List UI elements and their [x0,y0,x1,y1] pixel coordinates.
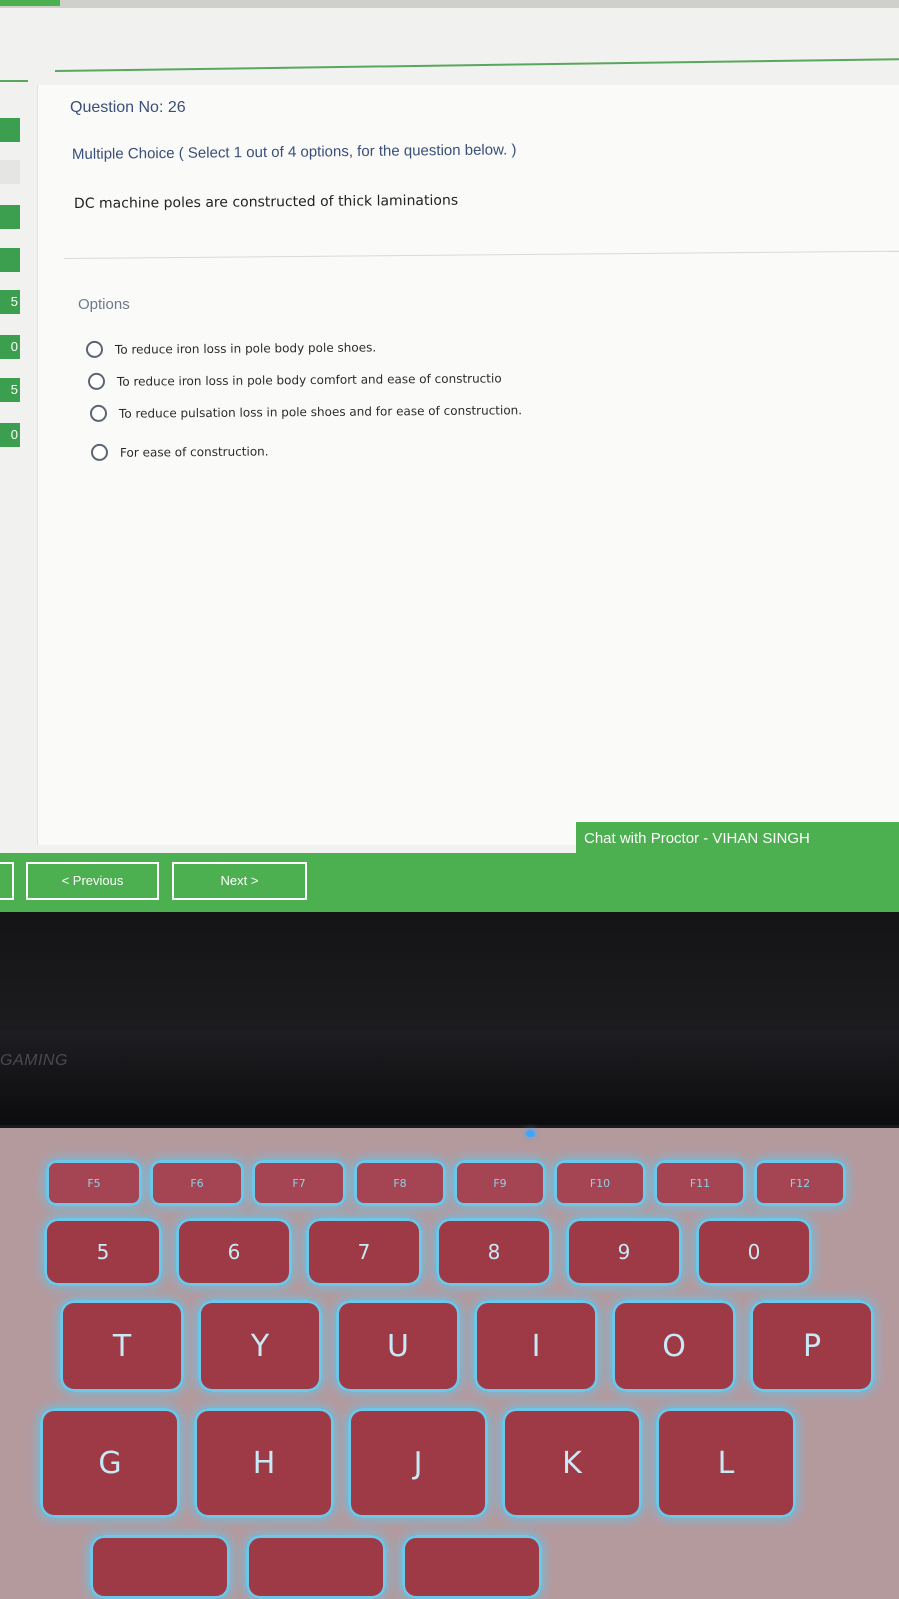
next-button[interactable]: Next > [172,862,307,900]
key-partial[interactable] [246,1535,386,1599]
key-k[interactable]: K [502,1408,642,1518]
option-label: For ease of construction. [119,443,269,460]
question-nav-tab[interactable] [0,248,20,272]
option-label: To reduce iron loss in pole body pole sh… [114,339,377,357]
key-t[interactable]: T [60,1300,184,1392]
top-strip [0,0,899,8]
key-f11[interactable]: F11 [654,1160,746,1206]
key-partial[interactable] [90,1535,230,1599]
header-divider-left [0,80,28,82]
option-radio[interactable] [90,443,109,461]
key-0[interactable]: 0 [696,1218,812,1286]
key-7[interactable]: 7 [306,1218,422,1286]
key-f5[interactable]: F5 [46,1160,142,1206]
option-radio[interactable] [87,372,106,390]
key-9[interactable]: 9 [566,1218,682,1286]
key-o[interactable]: O [612,1300,736,1392]
key-i[interactable]: I [474,1300,598,1392]
key-f6[interactable]: F6 [150,1160,244,1206]
key-u[interactable]: U [336,1300,460,1392]
question-nav-tab[interactable] [0,118,20,142]
power-led [526,1130,535,1137]
option-item[interactable]: To reduce iron loss in pole body comfort… [87,369,502,390]
partial-button[interactable] [0,862,14,900]
key-f7[interactable]: F7 [252,1160,346,1206]
brand-logo: GAMING [0,1052,68,1069]
key-h[interactable]: H [194,1408,334,1518]
key-5[interactable]: 5 [44,1218,162,1286]
exam-screen: 5 0 5 0 Question No: 26 Multiple Choice … [0,0,899,912]
option-item[interactable]: For ease of construction. [90,442,269,461]
question-number: Question No: 26 [70,99,186,116]
option-radio[interactable] [85,340,104,358]
question-nav-tab[interactable]: 0 [0,335,20,359]
option-radio[interactable] [89,404,108,422]
key-f8[interactable]: F8 [354,1160,446,1206]
key-l[interactable]: L [656,1408,796,1518]
laptop-hinge [0,1030,899,1125]
key-y[interactable]: Y [198,1300,322,1392]
question-nav-tab[interactable]: 5 [0,290,20,314]
previous-button[interactable]: < Previous [26,862,159,900]
key-6[interactable]: 6 [176,1218,292,1286]
question-nav-tab[interactable] [0,160,20,184]
key-partial[interactable] [402,1535,542,1599]
key-f9[interactable]: F9 [454,1160,546,1206]
option-label: To reduce pulsation loss in pole shoes a… [118,402,523,421]
laptop-bezel [0,912,899,1030]
key-8[interactable]: 8 [436,1218,552,1286]
question-nav-tab[interactable] [0,205,20,229]
key-f12[interactable]: F12 [754,1160,846,1206]
option-item[interactable]: To reduce iron loss in pole body pole sh… [85,338,377,358]
key-f10[interactable]: F10 [554,1160,646,1206]
key-j[interactable]: J [348,1408,488,1518]
options-heading: Options [78,296,130,313]
key-p[interactable]: P [750,1300,874,1392]
question-nav-tab[interactable]: 5 [0,378,20,402]
header-divider [54,58,899,72]
question-nav-tab[interactable]: 0 [0,423,20,447]
option-label: To reduce iron loss in pole body comfort… [116,370,502,389]
question-text: DC machine poles are constructed of thic… [73,192,459,212]
key-g[interactable]: G [40,1408,180,1518]
chat-with-proctor-button[interactable]: Chat with Proctor - VIHAN SINGH [576,822,899,856]
